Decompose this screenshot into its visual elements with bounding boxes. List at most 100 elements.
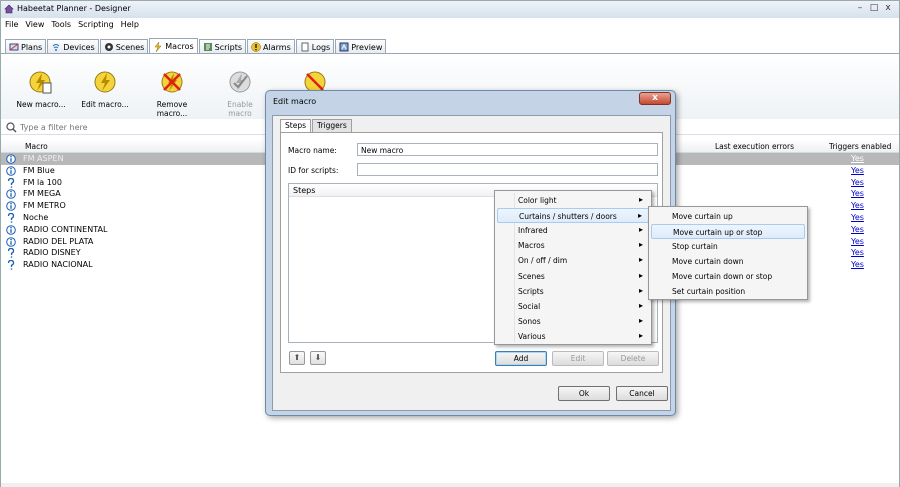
- menu-item-color-light[interactable]: Color light ▸: [497, 193, 649, 208]
- tab-scripts-label: Scripts: [214, 42, 243, 52]
- move-up-button[interactable]: ⬆: [289, 351, 305, 365]
- cancel-button[interactable]: Cancel: [616, 386, 668, 401]
- enable-macro-button[interactable]: Enable macro: [215, 70, 265, 118]
- enable-macro-icon: [229, 71, 251, 93]
- menu-item-stop-curtain[interactable]: Stop curtain: [651, 239, 805, 254]
- enable-macro-label: Enable macro: [227, 100, 253, 118]
- menu-item-move-down-or-stop[interactable]: Move curtain down or stop: [651, 269, 805, 284]
- row-triggers-link[interactable]: Yes: [851, 225, 864, 234]
- preview-icon: [339, 42, 349, 52]
- menu-item-social[interactable]: Social ▸: [497, 299, 649, 314]
- menu-item-move-down[interactable]: Move curtain down: [651, 254, 805, 269]
- menu-item-scenes[interactable]: Scenes ▸: [497, 269, 649, 284]
- chevron-right-icon: ▸: [638, 225, 643, 234]
- info-icon: [6, 236, 16, 247]
- id-scripts-input[interactable]: [357, 163, 658, 176]
- menu-item-on-off-dim[interactable]: On / off / dim ▸: [497, 253, 649, 268]
- row-name: FM ASPEN: [23, 154, 64, 163]
- tab-scenes[interactable]: Scenes: [99, 39, 149, 53]
- menu-tools[interactable]: Tools: [47, 18, 74, 29]
- edit-macro-button[interactable]: Edit macro...: [81, 70, 129, 109]
- search-icon: [6, 122, 17, 133]
- row-triggers-link[interactable]: Yes: [851, 154, 864, 163]
- row-triggers-link[interactable]: Yes: [851, 189, 864, 198]
- dialog-close-button[interactable]: x: [639, 92, 671, 105]
- minimize-button[interactable]: –: [853, 3, 867, 15]
- tab-preview-label: Preview: [351, 42, 383, 52]
- tab-plans[interactable]: Plans: [5, 39, 47, 53]
- menu-item-move-up-or-stop[interactable]: Move curtain up or stop: [651, 224, 805, 239]
- status-bar: [1, 483, 899, 487]
- chevron-right-icon: ▸: [638, 301, 643, 310]
- row-triggers-link[interactable]: Yes: [851, 260, 864, 269]
- title-bar[interactable]: Habeetat Planner - Designer – □ x: [1, 1, 899, 18]
- edit-step-button[interactable]: Edit: [552, 351, 604, 366]
- remove-macro-icon: [161, 71, 183, 93]
- tab-steps[interactable]: Steps: [280, 119, 311, 133]
- menu-scripting[interactable]: Scripting: [74, 18, 117, 29]
- menu-item-label: Scenes: [518, 272, 545, 281]
- move-down-button[interactable]: ⬇: [310, 351, 326, 365]
- tab-triggers[interactable]: Triggers: [311, 119, 352, 132]
- tab-devices[interactable]: Devices: [47, 39, 99, 53]
- row-triggers-link[interactable]: Yes: [851, 237, 864, 246]
- tab-macros[interactable]: Macros: [149, 38, 198, 53]
- tab-logs[interactable]: Logs: [295, 39, 335, 53]
- add-step-menu: Color light ▸ Curtains / shutters / doors…: [494, 190, 652, 345]
- add-button[interactable]: Add: [495, 351, 547, 366]
- menu-item-label: Various: [518, 332, 546, 341]
- menu-item-label: Infrared: [518, 226, 548, 235]
- menu-file[interactable]: File: [1, 18, 21, 29]
- macro-name-input[interactable]: New macro: [357, 143, 658, 156]
- tab-alarms[interactable]: Alarms: [247, 39, 295, 53]
- row-name: RADIO DEL PLATA: [23, 236, 94, 246]
- maximize-button[interactable]: □: [867, 3, 881, 15]
- menu-item-set-position[interactable]: Set curtain position: [651, 284, 805, 299]
- tab-logs-label: Logs: [311, 42, 331, 52]
- dialog-tabs: Steps Triggers: [280, 119, 353, 133]
- new-macro-button[interactable]: New macro...: [15, 70, 67, 109]
- info-icon: [6, 224, 16, 235]
- menu-item-macros[interactable]: Macros ▸: [497, 238, 649, 253]
- menu-item-sonos[interactable]: Sonos ▸: [497, 314, 649, 329]
- row-triggers-link[interactable]: Yes: [851, 248, 864, 257]
- menu-item-move-up[interactable]: Move curtain up: [651, 209, 805, 224]
- close-button[interactable]: x: [881, 3, 895, 15]
- row-triggers-link[interactable]: Yes: [851, 178, 864, 187]
- window-title: Habeetat Planner - Designer: [17, 4, 131, 13]
- menu-item-label: Social: [518, 302, 541, 311]
- row-triggers-link[interactable]: Yes: [851, 166, 864, 175]
- menu-item-various[interactable]: Various ▸: [497, 329, 649, 344]
- column-header-macro[interactable]: Macro: [25, 142, 48, 151]
- menu-item-infrared[interactable]: Infrared ▸: [497, 223, 649, 238]
- chevron-right-icon: ▸: [638, 331, 643, 340]
- main-tabs: Plans Devices Scenes Macros Scripts Alar…: [5, 38, 387, 53]
- row-triggers-link[interactable]: Yes: [851, 201, 864, 210]
- question-icon: [7, 212, 15, 223]
- menu-item-scripts[interactable]: Scripts ▸: [497, 284, 649, 299]
- dialog-title: Edit macro: [273, 97, 317, 106]
- macros-icon: [154, 41, 162, 52]
- tab-scenes-label: Scenes: [115, 42, 145, 52]
- column-header-triggers[interactable]: Triggers enabled: [829, 142, 891, 151]
- chevron-right-icon: ▸: [638, 316, 643, 325]
- ok-button[interactable]: Ok: [558, 386, 610, 401]
- menu-help[interactable]: Help: [117, 18, 142, 29]
- row-triggers-link[interactable]: Yes: [851, 213, 864, 222]
- menu-item-label: Curtains / shutters / doors: [519, 212, 617, 221]
- chevron-right-icon: ▸: [638, 271, 643, 280]
- tab-scripts[interactable]: Scripts: [198, 39, 247, 53]
- menu-item-curtains[interactable]: Curtains / shutters / doors ▸: [497, 208, 649, 223]
- macro-name-label: Macro name:: [288, 146, 337, 155]
- remove-macro-button[interactable]: Remove macro...: [141, 70, 203, 118]
- info-icon: [6, 165, 16, 176]
- row-name: FM Blue: [23, 165, 55, 175]
- chevron-right-icon: ▸: [638, 195, 643, 204]
- tab-preview[interactable]: Preview: [335, 39, 387, 53]
- menu-view[interactable]: View: [21, 18, 47, 29]
- info-icon: [6, 189, 16, 200]
- column-header-errors[interactable]: Last execution errors: [715, 142, 794, 151]
- edit-macro-icon: [94, 71, 116, 93]
- remove-macro-label: Remove macro...: [156, 100, 188, 118]
- delete-step-button[interactable]: Delete: [607, 351, 659, 366]
